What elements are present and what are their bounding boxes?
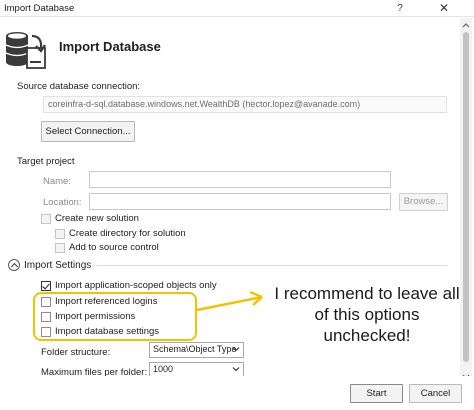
annotation-text: I recommend to leave all of this options… <box>274 284 460 345</box>
select-connection-button[interactable]: Select Connection... <box>41 121 135 142</box>
connection-string-field: coreinfra-d-sql.database.windows.net.Wea… <box>43 96 447 113</box>
name-label: Name: <box>43 176 71 187</box>
scroll-up-icon[interactable] <box>460 20 472 30</box>
scroll-thumb[interactable] <box>463 32 469 362</box>
location-input[interactable] <box>89 193 391 210</box>
folder-structure-value: Schema\Object Type <box>153 344 237 354</box>
chevron-down-icon <box>232 347 240 352</box>
name-input[interactable] <box>89 171 391 188</box>
target-project-label: Target project <box>17 156 75 167</box>
chevron-down-icon <box>232 367 240 372</box>
create-directory-checkbox[interactable] <box>55 229 65 239</box>
vertical-scrollbar[interactable] <box>460 18 472 388</box>
window-title: Import Database <box>4 3 75 14</box>
help-button[interactable]: ? <box>392 1 408 16</box>
create-new-solution-label: Create new solution <box>55 213 139 224</box>
start-button[interactable]: Start <box>350 384 403 403</box>
cancel-button[interactable]: Cancel <box>409 384 462 403</box>
add-source-control-label: Add to source control <box>69 242 159 253</box>
max-files-value: 1000 <box>153 364 174 374</box>
source-connection-label: Source database connection: <box>17 81 141 92</box>
app-scoped-checkbox[interactable] <box>41 281 51 291</box>
create-directory-label: Create directory for solution <box>69 228 186 239</box>
header-title: Import Database <box>59 39 161 54</box>
folder-structure-select[interactable]: Schema\Object Type <box>149 342 244 358</box>
collapse-chevron-icon[interactable] <box>8 259 20 271</box>
dialog-header: Import Database <box>0 18 474 70</box>
app-scoped-label: Import application-scoped objects only <box>55 280 217 291</box>
section-divider <box>97 265 447 266</box>
title-bar: Import Database ? ✕ <box>0 0 474 17</box>
browse-button[interactable]: Browse... <box>399 193 448 211</box>
dialog-footer: Start Cancel <box>0 376 474 410</box>
import-settings-header: Import Settings <box>24 260 92 271</box>
location-label: Location: <box>43 197 82 208</box>
database-import-icon <box>5 32 46 69</box>
close-button[interactable]: ✕ <box>434 1 454 16</box>
add-source-control-checkbox[interactable] <box>55 243 65 253</box>
folder-structure-label: Folder structure: <box>41 347 111 358</box>
annotation-highlight-box <box>33 292 197 341</box>
create-new-solution-checkbox[interactable] <box>41 214 51 224</box>
